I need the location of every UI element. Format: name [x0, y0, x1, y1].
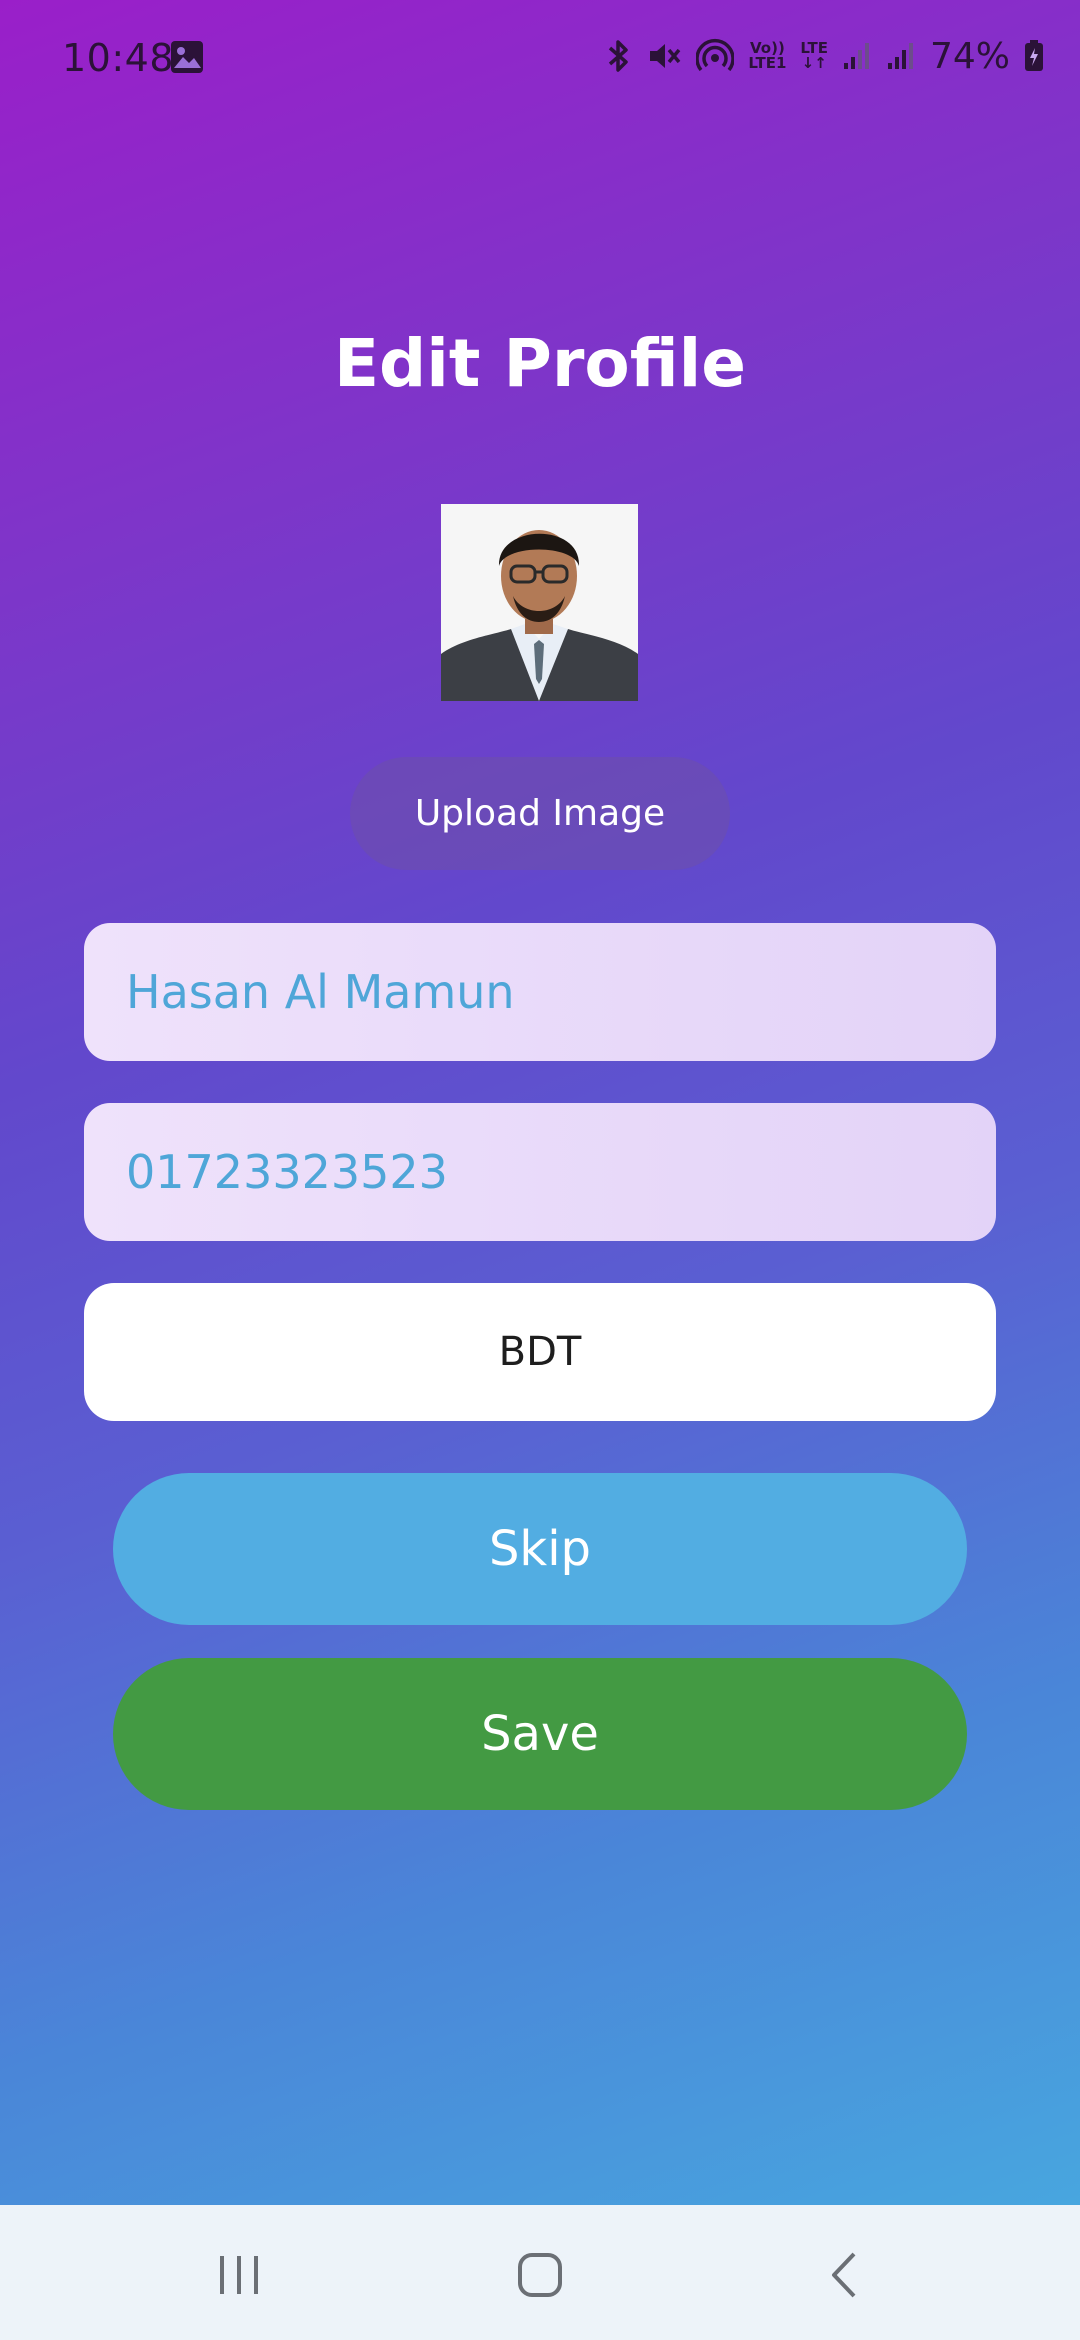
- upload-image-button[interactable]: Upload Image: [350, 757, 730, 870]
- battery-percentage: 74%: [929, 35, 1010, 77]
- bluetooth-icon: [604, 38, 632, 74]
- home-icon[interactable]: [500, 2235, 580, 2315]
- status-icons: Vo)) LTE1 LTE ↓↑ 74%: [604, 34, 1044, 78]
- page-title: Edit Profile: [333, 325, 747, 402]
- phone-field[interactable]: 01723323523: [84, 1103, 996, 1241]
- back-icon[interactable]: [805, 2235, 885, 2315]
- volte-icon: Vo)) LTE1: [748, 41, 786, 71]
- edit-profile-screen: 10:48 Vo)) LTE1 LTE ↓↑ 74% Edit Profile …: [0, 0, 1080, 2205]
- battery-charging-icon: [1024, 40, 1044, 72]
- skip-button[interactable]: Skip: [113, 1473, 967, 1625]
- profile-avatar[interactable]: [441, 504, 638, 701]
- system-nav-bar: [0, 2205, 1080, 2340]
- lte-data-icon: LTE ↓↑: [800, 41, 828, 71]
- signal-icon: [886, 41, 916, 71]
- hotspot-icon: [696, 38, 735, 74]
- signal-icon: [842, 41, 872, 71]
- volte-label-bottom: LTE1: [748, 54, 787, 72]
- name-field[interactable]: Hasan Al Mamun: [84, 923, 996, 1061]
- status-bar: 10:48 Vo)) LTE1 LTE ↓↑ 74%: [0, 0, 1080, 115]
- data-arrows: ↓↑: [801, 54, 827, 72]
- recents-icon[interactable]: [199, 2235, 279, 2315]
- status-time: 10:48: [62, 36, 175, 80]
- gallery-icon: [170, 40, 204, 74]
- mute-icon: [646, 38, 682, 74]
- currency-select[interactable]: BDT: [84, 1283, 996, 1421]
- save-button[interactable]: Save: [113, 1658, 967, 1810]
